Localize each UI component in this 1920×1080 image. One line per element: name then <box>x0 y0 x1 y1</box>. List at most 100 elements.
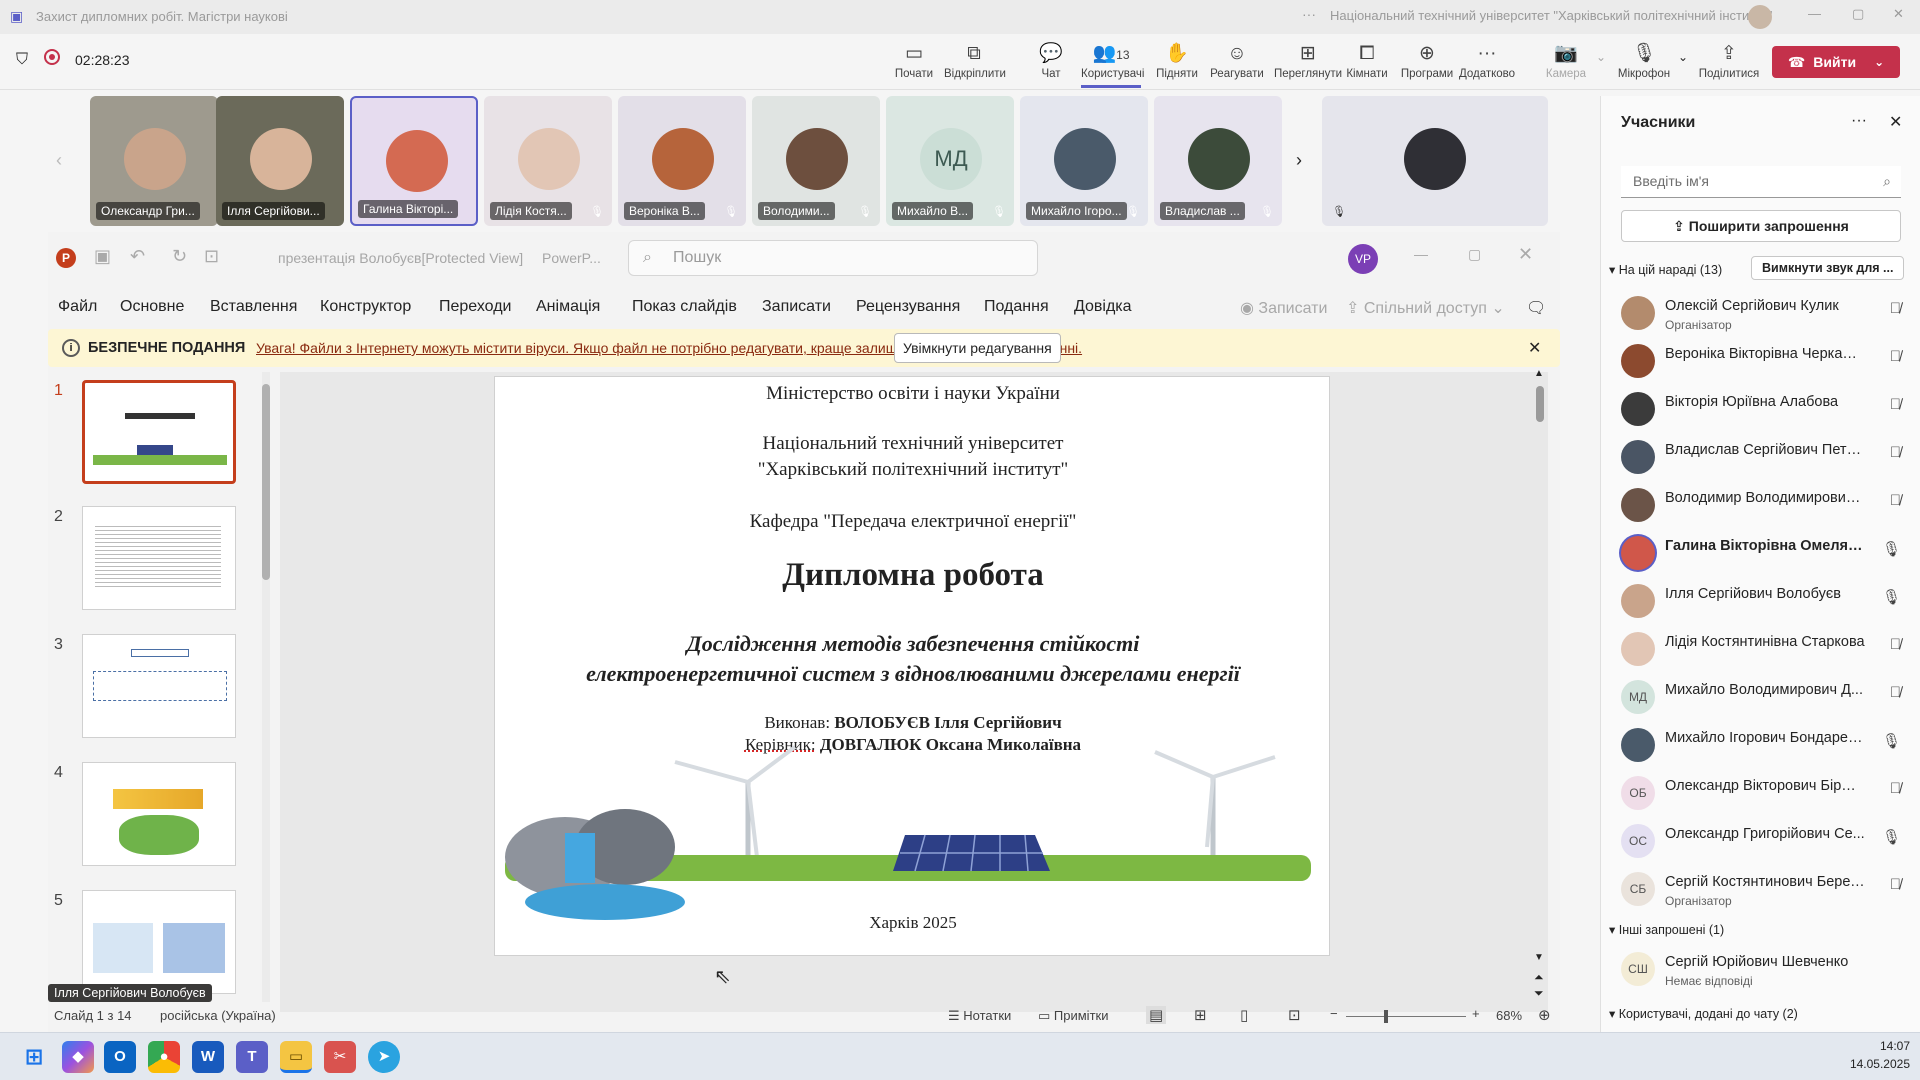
close-icon[interactable]: ✕ <box>1528 338 1541 358</box>
mic-off-icon[interactable]: 🎙̸ <box>1890 396 1901 413</box>
mic-icon[interactable]: 🎙 <box>1882 588 1901 606</box>
tab-review[interactable]: Рецензування <box>856 298 960 316</box>
previous-slide-icon[interactable]: ⏶ <box>1534 970 1544 985</box>
more-icon[interactable]: ··· <box>1851 112 1867 130</box>
share-button[interactable]: ⇪ Спільний доступ ⌄ <box>1346 298 1505 318</box>
normal-view-icon[interactable]: ▤ <box>1146 1006 1167 1024</box>
view-button[interactable]: ⊞ Переглянути <box>1272 42 1344 80</box>
mic-off-icon[interactable]: 🎙̸ <box>1890 444 1901 461</box>
slide-thumbnail[interactable] <box>82 506 236 610</box>
invite-button[interactable]: ⇪ Поширити запрошення <box>1621 210 1901 242</box>
mic-icon[interactable]: 🎙 <box>1882 828 1901 846</box>
mic-off-icon[interactable]: 🎙̸ <box>1890 636 1901 653</box>
participant-row[interactable]: СШ Сергій Юрійович Шевченко Немає відповід… <box>1621 948 1901 988</box>
chat-button[interactable]: 💬 Чат <box>1021 42 1081 80</box>
clock-date[interactable]: 14.05.2025 <box>1834 1057 1910 1071</box>
tab-help[interactable]: Довідка <box>1074 298 1132 316</box>
next-slide-icon[interactable]: ⏷ <box>1534 986 1544 1001</box>
rooms-button[interactable]: ⧠ Кімнати <box>1337 42 1397 80</box>
mic-icon[interactable]: 🎙 <box>1882 732 1901 750</box>
mute-all-button[interactable]: Вимкнути звук для ... <box>1751 256 1905 280</box>
mic-off-icon[interactable]: 🎙̸ <box>1890 780 1901 797</box>
teams-icon[interactable]: T <box>236 1041 268 1073</box>
zoom-out-icon[interactable]: − <box>1330 1006 1338 1021</box>
tab-record[interactable]: Записати <box>762 298 831 316</box>
video-tile[interactable]: Михайло Ігоро... 🎙 <box>1020 96 1148 226</box>
participant-row[interactable]: Володимир Володимирович ... 🎙̸ <box>1621 484 1901 524</box>
tab-design[interactable]: Конструктор <box>320 298 411 316</box>
apps-button[interactable]: ⊕ Програми <box>1397 42 1457 80</box>
outlook-icon[interactable]: O <box>104 1041 136 1073</box>
mic-button[interactable]: 🎙 Мікрофон <box>1614 42 1674 80</box>
participant-row[interactable]: Вероніка Вікторівна Черкаш... 🎙̸ <box>1621 340 1901 380</box>
participant-row[interactable]: Олексій Сергійович Кулик Організатор 🎙̸ <box>1621 292 1901 332</box>
video-tile[interactable]: Владислав ... 🎙 <box>1154 96 1282 226</box>
file-explorer-icon[interactable]: ▭ <box>280 1041 312 1073</box>
participant-row[interactable]: СБ Сергій Костянтинович Березка Організато… <box>1621 868 1901 908</box>
undo-icon[interactable]: ↶ <box>130 246 145 267</box>
chevron-down-icon[interactable]: ⌄ <box>1596 50 1606 64</box>
tab-transitions[interactable]: Переходи <box>439 298 511 316</box>
people-button[interactable]: 👥13 Користувачі <box>1081 42 1144 88</box>
avatar[interactable] <box>1748 5 1772 29</box>
scrollbar-thumb[interactable] <box>1536 386 1544 422</box>
mic-off-icon[interactable]: 🎙̸ <box>1890 876 1901 893</box>
close-icon[interactable]: ✕ <box>1889 112 1902 132</box>
participant-row[interactable]: ОС Олександр Григорійович Се... 🎙 <box>1621 820 1901 860</box>
chevron-down-icon[interactable]: ⌄ <box>1678 50 1688 64</box>
participant-row[interactable]: МД Михайло Володимирович Д... 🎙̸ <box>1621 676 1901 716</box>
user-avatar[interactable]: VP <box>1348 244 1378 274</box>
zoom-in-icon[interactable]: + <box>1472 1006 1480 1021</box>
minimize-icon[interactable]: — <box>1414 246 1428 262</box>
participant-row[interactable]: Галина Вікторівна Омеляне... 🎙 <box>1621 532 1901 572</box>
snipping-tool-icon[interactable]: ✂ <box>324 1041 356 1073</box>
scroll-up-icon[interactable]: ▲ <box>1534 368 1544 379</box>
video-tile[interactable]: Володими... 🎙 <box>752 96 880 226</box>
participant-row[interactable]: Ілля Сергійович Волобуєв 🎙 <box>1621 580 1901 620</box>
enable-editing-button[interactable]: Увімкнути редагування <box>894 333 1061 363</box>
more-button[interactable]: ··· Додатково <box>1457 42 1517 80</box>
chevron-down-icon[interactable]: ⌄ <box>1874 55 1884 69</box>
section-other-invited[interactable]: ▾ Інші запрошені (1) <box>1609 922 1724 937</box>
close-icon[interactable]: ✕ <box>1518 244 1533 265</box>
scroll-down-icon[interactable]: ▼ <box>1534 952 1544 963</box>
slide-thumbnail[interactable] <box>82 762 236 866</box>
maximize-icon[interactable]: ▢ <box>1852 6 1864 22</box>
tab-slideshow[interactable]: Показ слайдів <box>632 298 737 316</box>
video-tile[interactable]: Вероніка В... 🎙 <box>618 96 746 226</box>
mic-off-icon[interactable]: 🎙̸ <box>1890 300 1901 317</box>
redo-icon[interactable]: ↻ <box>172 246 187 267</box>
slideshow-view-icon[interactable]: ⊡ <box>1288 1006 1301 1024</box>
video-tile[interactable]: Олександр Гри... <box>90 96 218 226</box>
thumbnails-scrollbar[interactable] <box>262 372 270 1002</box>
open-button[interactable]: ⧉ Відкріплити <box>944 42 1006 80</box>
clock-time[interactable]: 14:07 <box>1850 1039 1910 1053</box>
comments-button[interactable]: ▭ Примітки <box>1038 1008 1108 1024</box>
zoom-slider[interactable] <box>1346 1010 1466 1023</box>
fit-slide-icon[interactable]: ⊕ <box>1538 1006 1551 1024</box>
close-icon[interactable]: ✕ <box>1893 6 1904 22</box>
raise-hand-button[interactable]: ✋ Підняти <box>1147 42 1207 80</box>
zoom-level[interactable]: 68% <box>1496 1008 1522 1023</box>
more-icon[interactable]: ··· <box>1302 6 1316 22</box>
participant-row[interactable]: Вікторія Юріївна Алабова 🎙̸ <box>1621 388 1901 428</box>
video-tile[interactable]: МД Михайло В... 🎙 <box>886 96 1014 226</box>
start-button[interactable]: ▭ Почати <box>884 42 944 80</box>
language[interactable]: російська (Україна) <box>160 1008 276 1023</box>
zoom-thumb[interactable] <box>1384 1010 1388 1023</box>
leave-button[interactable]: ☎ Вийти ⌄ <box>1772 46 1900 78</box>
tab-file[interactable]: Файл <box>58 298 97 316</box>
present-icon[interactable]: ⊡ <box>204 246 219 267</box>
tab-animations[interactable]: Анімація <box>536 298 600 316</box>
sorter-view-icon[interactable]: ⊞ <box>1194 1006 1207 1024</box>
tab-home[interactable]: Основне <box>120 298 184 316</box>
self-video-tile[interactable]: 🎙 <box>1322 96 1548 226</box>
share-button[interactable]: ⇪ Поділитися <box>1698 42 1760 80</box>
slide-thumbnail[interactable] <box>82 890 236 994</box>
section-in-meeting[interactable]: ▾ На цій нараді (13) <box>1609 262 1722 277</box>
camera-button[interactable]: 📷 Камера <box>1536 42 1596 80</box>
mic-off-icon[interactable]: 🎙̸ <box>1890 348 1901 365</box>
slide-thumbnail[interactable] <box>82 634 236 738</box>
minimize-icon[interactable]: — <box>1808 6 1821 21</box>
participant-row[interactable]: Владислав Сергійович Петре... 🎙̸ <box>1621 436 1901 476</box>
